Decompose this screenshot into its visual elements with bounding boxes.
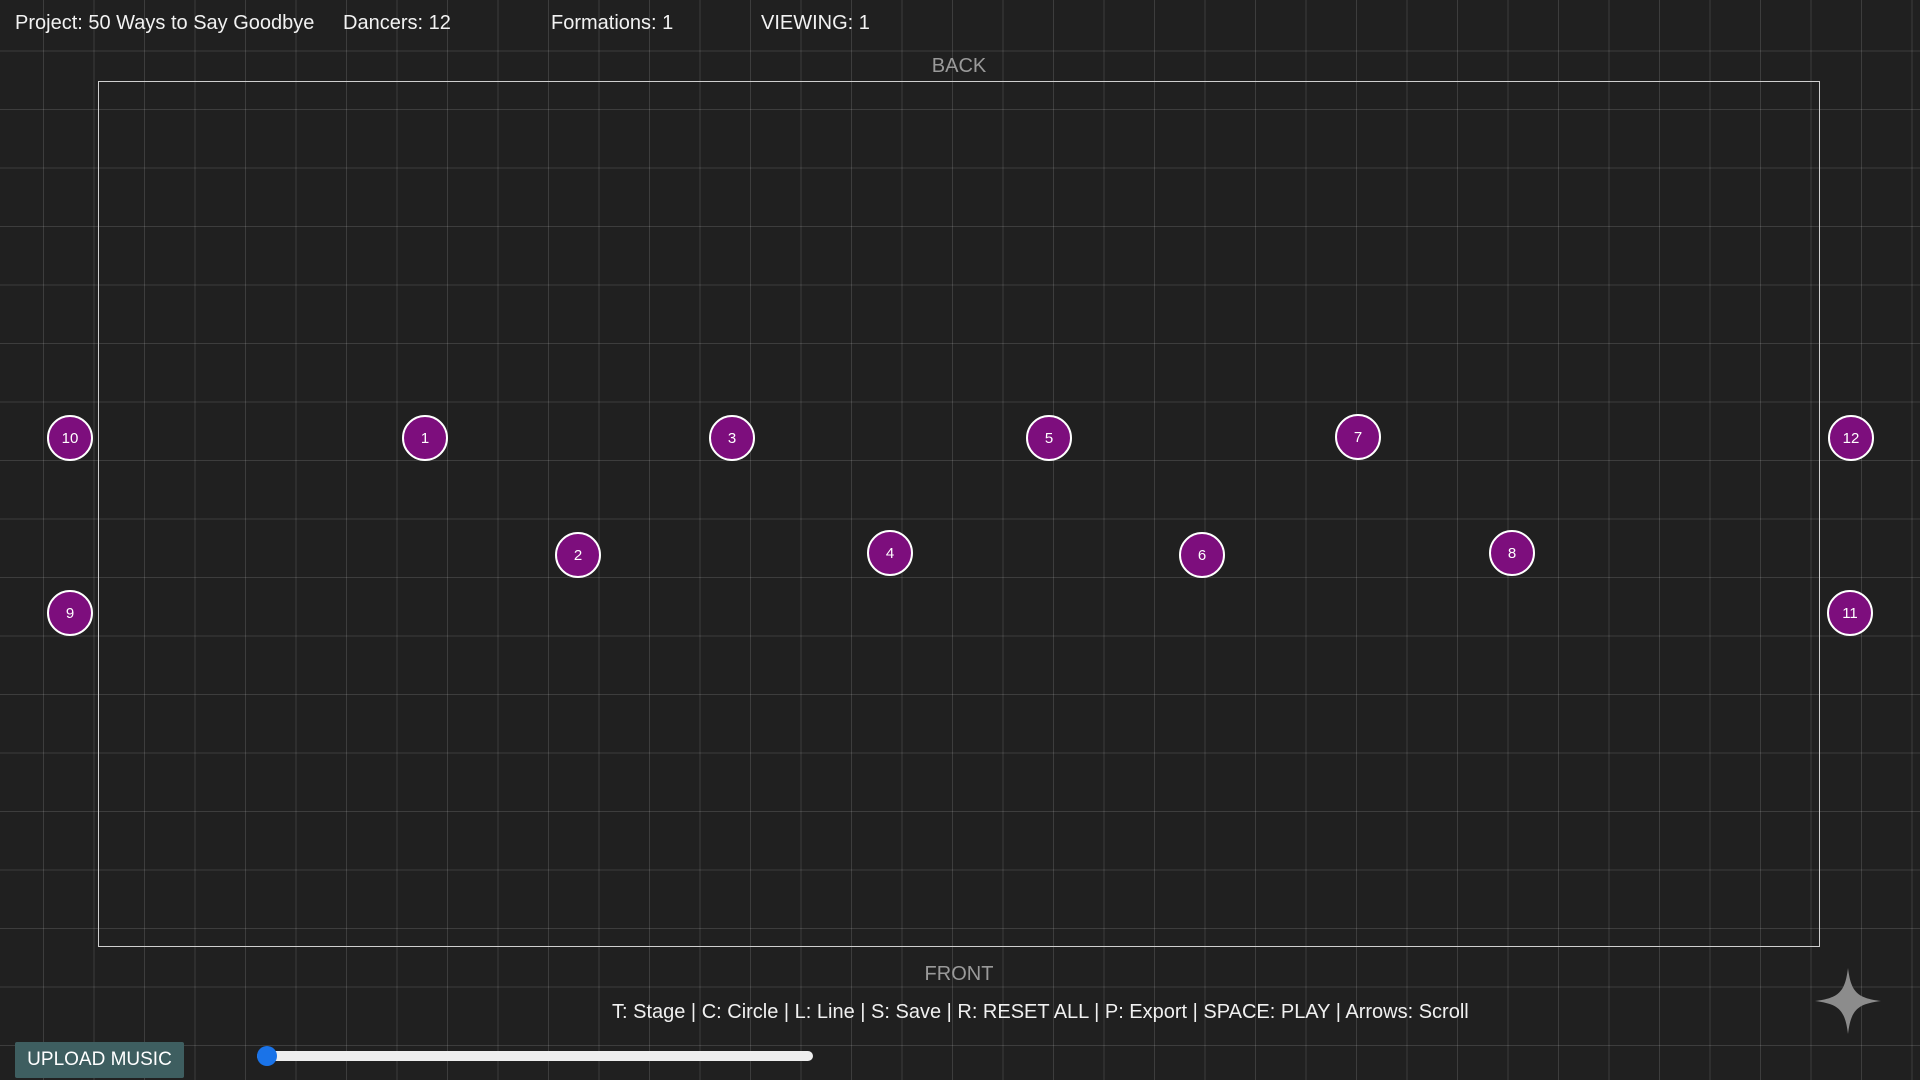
- timeline-slider-thumb[interactable]: [257, 1046, 277, 1066]
- dancer-number: 9: [65, 604, 75, 622]
- dancer-marker[interactable]: 10: [47, 415, 93, 461]
- upload-music-button[interactable]: UPLOAD MUSIC: [15, 1042, 184, 1078]
- dancer-marker[interactable]: 9: [47, 590, 93, 636]
- dancer-marker[interactable]: 5: [1026, 415, 1072, 461]
- stage-area[interactable]: [98, 81, 1820, 947]
- formation-count: Formations: 1: [551, 12, 674, 34]
- stage-back-label: BACK: [931, 55, 987, 77]
- dancer-marker[interactable]: 2: [555, 532, 601, 578]
- sparkle-icon: [1815, 968, 1881, 1034]
- dancer-marker[interactable]: 7: [1335, 414, 1381, 460]
- dancer-marker[interactable]: 3: [709, 415, 755, 461]
- upload-music-label: UPLOAD MUSIC: [27, 1049, 172, 1070]
- dancer-marker[interactable]: 11: [1827, 590, 1873, 636]
- dancer-marker[interactable]: 12: [1828, 415, 1874, 461]
- dancer-number: 6: [1197, 546, 1207, 564]
- dancer-count: Dancers: 12: [343, 12, 451, 34]
- dancer-number: 4: [885, 544, 895, 562]
- dancer-number: 8: [1507, 544, 1517, 562]
- dancer-number: 3: [727, 429, 737, 447]
- dancer-number: 7: [1353, 428, 1363, 446]
- dancer-number: 11: [1842, 604, 1858, 622]
- dancer-marker[interactable]: 6: [1179, 532, 1225, 578]
- dancer-number: 2: [573, 546, 583, 564]
- project-title: Project: 50 Ways to Say Goodbye: [15, 12, 315, 34]
- choreography-canvas[interactable]: Project: 50 Ways to Say Goodbye Dancers:…: [0, 0, 1920, 1080]
- dancer-marker[interactable]: 1: [402, 415, 448, 461]
- dancer-number: 10: [61, 429, 79, 447]
- keyboard-shortcuts-hint: T: Stage | C: Circle | L: Line | S: Save…: [612, 1001, 1469, 1023]
- dancer-number: 12: [1842, 429, 1860, 447]
- dancer-number: 1: [420, 429, 430, 447]
- dancer-marker[interactable]: 4: [867, 530, 913, 576]
- dancer-number: 5: [1044, 429, 1054, 447]
- viewing-formation: VIEWING: 1: [761, 12, 870, 34]
- stage-front-label: FRONT: [924, 963, 994, 985]
- timeline-slider[interactable]: [257, 1046, 813, 1066]
- dancer-marker[interactable]: 8: [1489, 530, 1535, 576]
